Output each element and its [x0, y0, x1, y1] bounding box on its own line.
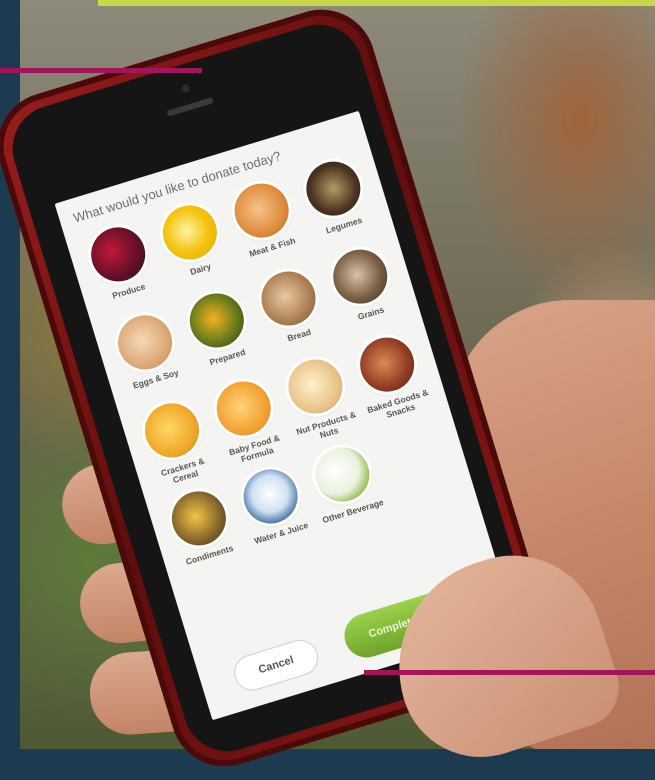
prepared-icon [182, 286, 251, 355]
nut-products-icon [281, 352, 349, 421]
category-label: Other Beverage [321, 496, 385, 526]
baked-goods-icon [352, 331, 421, 399]
cancel-button[interactable]: Cancel [229, 635, 323, 695]
crackers-cereal-icon [137, 396, 206, 465]
accent-line-bottom [364, 670, 655, 675]
category-grid: Produce Dairy Meat & Fish Legumes Eggs &… [74, 151, 467, 580]
category-label: Water & Juice [253, 519, 310, 546]
dairy-icon [155, 198, 224, 267]
eggs-soy-icon [110, 308, 179, 377]
grains-icon [326, 243, 394, 311]
category-label: Baked Goods & Snacks [366, 387, 430, 420]
other-beverage-icon [308, 440, 376, 509]
category-label: Condiments [184, 542, 235, 567]
earpiece-icon [166, 97, 215, 117]
water-juice-icon [236, 462, 304, 531]
condiments-icon [164, 484, 233, 553]
accent-line-top [0, 68, 202, 73]
bread-icon [254, 264, 322, 333]
meat-fish-icon [227, 177, 295, 245]
baby-food-icon [209, 374, 277, 443]
front-camera-icon [180, 83, 191, 94]
top-accent-stripe [98, 0, 655, 6]
produce-icon [83, 220, 152, 289]
legumes-icon [299, 155, 367, 223]
